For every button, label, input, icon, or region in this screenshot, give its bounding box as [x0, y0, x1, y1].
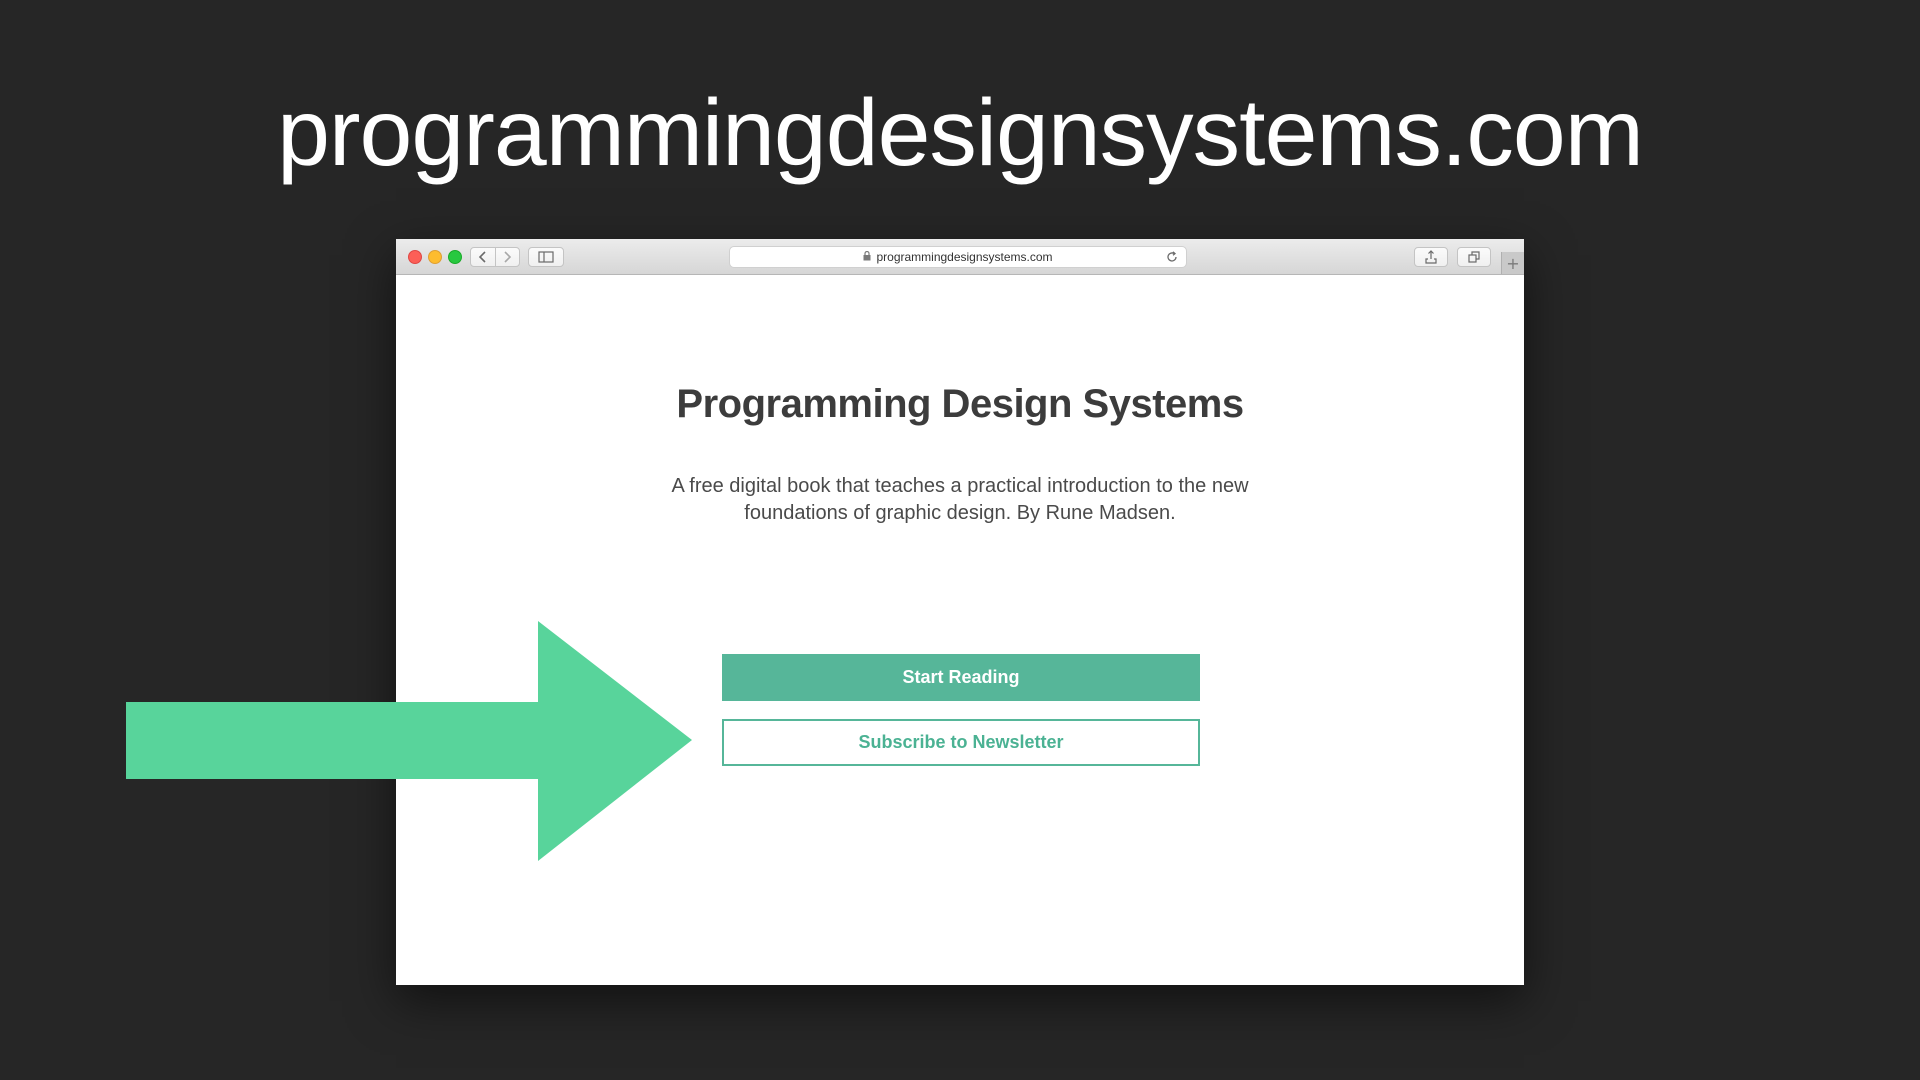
web-page: Programming Design Systems A free digita…	[396, 275, 1524, 985]
tabs-overview-button[interactable]	[1457, 247, 1491, 267]
tabs-overview-icon	[1468, 251, 1480, 263]
address-bar-url: programmingdesignsystems.com	[876, 250, 1053, 264]
slide-title: programmingdesignsystems.com	[277, 80, 1644, 186]
plus-icon: +	[1506, 253, 1520, 273]
chevron-right-icon	[504, 251, 512, 263]
forward-button[interactable]	[494, 248, 520, 266]
lock-icon	[863, 250, 871, 264]
browser-toolbar: programmingdesignsystems.com +	[396, 239, 1524, 275]
address-bar[interactable]: programmingdesignsystems.com	[729, 246, 1187, 268]
browser-window: programmingdesignsystems.com + Programmi…	[396, 239, 1524, 985]
share-icon	[1425, 250, 1437, 264]
chevron-left-icon	[478, 251, 486, 263]
back-button[interactable]	[471, 248, 495, 266]
sidebar-button[interactable]	[528, 247, 564, 267]
subscribe-newsletter-button[interactable]: Subscribe to Newsletter	[722, 719, 1200, 766]
sidebar-icon	[538, 251, 554, 263]
page-heading: Programming Design Systems	[676, 382, 1244, 426]
slide: programmingdesignsystems.com programming…	[0, 0, 1920, 1080]
page-description: A free digital book that teaches a pract…	[671, 475, 1249, 524]
start-reading-button[interactable]: Start Reading	[722, 654, 1200, 701]
close-window-button[interactable]	[408, 250, 422, 264]
new-tab-button[interactable]: +	[1501, 252, 1524, 274]
reload-icon[interactable]	[1166, 251, 1178, 266]
minimize-window-button[interactable]	[428, 250, 442, 264]
zoom-window-button[interactable]	[448, 250, 462, 264]
navigation-buttons	[470, 247, 520, 267]
share-button[interactable]	[1414, 247, 1448, 267]
